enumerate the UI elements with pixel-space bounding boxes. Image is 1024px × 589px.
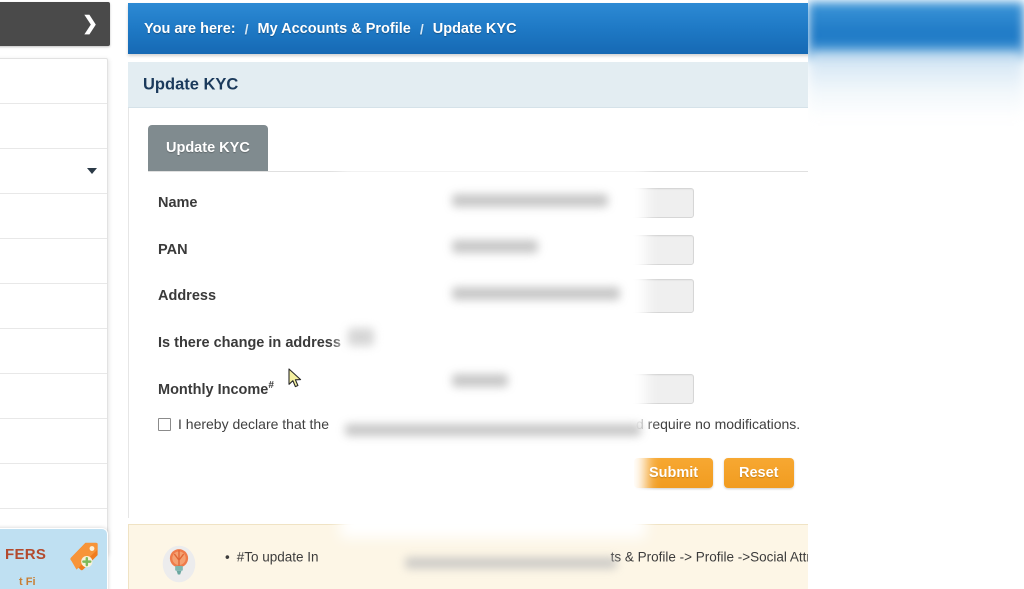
breadcrumb-separator: / bbox=[244, 20, 249, 37]
radio-yes-label: Yes bbox=[471, 335, 494, 351]
price-tag-icon bbox=[70, 542, 98, 571]
declaration-checkbox[interactable] bbox=[158, 417, 171, 431]
lightbulb-icon bbox=[162, 545, 196, 583]
breadcrumb-prefix: You are here: bbox=[144, 20, 236, 37]
sidebar-item-3[interactable] bbox=[0, 194, 107, 239]
redacted-address-value bbox=[452, 287, 620, 300]
sidebar-item-8[interactable]: gment bbox=[0, 419, 107, 464]
right-blurred-region bbox=[808, 0, 1024, 589]
sidebar-item-5[interactable]: r bbox=[0, 284, 107, 329]
declaration-text-end: d require no modifications. bbox=[636, 416, 801, 432]
chevron-down-icon bbox=[87, 168, 97, 174]
sidebar-menu: ary ment ment r IL Score bbox=[0, 58, 108, 555]
note-text-start: #To update In bbox=[236, 549, 319, 565]
tab-underline bbox=[148, 171, 922, 172]
tab-update-kyc[interactable]: Update KYC bbox=[148, 125, 268, 171]
sidebar-item-4[interactable]: ment bbox=[0, 239, 107, 284]
chevron-right-icon: ❯ bbox=[82, 13, 98, 35]
sidebar-item-9[interactable]: inks bbox=[0, 464, 107, 509]
breadcrumb-separator: / bbox=[419, 20, 424, 37]
offers-sublabel: t Fi bbox=[19, 576, 36, 588]
right-blur-fade bbox=[808, 50, 1024, 120]
breadcrumb-current: Update KYC bbox=[432, 20, 517, 37]
label-monthly-income-text: Monthly Income bbox=[158, 382, 269, 399]
redacted-address-change-label-tail bbox=[348, 328, 374, 346]
sidebar-item-2[interactable] bbox=[0, 149, 107, 194]
page-title: Update KYC bbox=[143, 75, 239, 93]
label-monthly-income: Monthly Income# bbox=[158, 380, 274, 398]
label-name: Name bbox=[158, 195, 198, 212]
tab-label: Update KYC bbox=[166, 140, 250, 156]
sidebar-item-1[interactable]: ment bbox=[0, 104, 107, 149]
label-address-change: Is there change in address bbox=[158, 334, 341, 351]
sidebar-item-6[interactable]: IL Score bbox=[0, 329, 107, 374]
screen-root: ❯ ary ment ment r IL Score bbox=[0, 0, 1024, 589]
reset-button[interactable]: Reset bbox=[724, 458, 794, 488]
sidebar-item-0[interactable]: ary bbox=[0, 59, 107, 104]
address-change-radio-group: Yes No bbox=[449, 335, 541, 350]
radio-yes[interactable] bbox=[449, 336, 462, 350]
radio-no-label: No bbox=[524, 335, 542, 351]
left-sidebar: ❯ ary ment ment r IL Score bbox=[0, 0, 118, 589]
redacted-declaration-text bbox=[345, 424, 641, 436]
breadcrumb: You are here: / My Accounts & Profile / … bbox=[144, 21, 517, 37]
declaration-text-start: I hereby declare that the bbox=[178, 416, 329, 432]
redacted-name-value bbox=[452, 194, 608, 207]
note-bullet: • bbox=[225, 549, 230, 565]
offers-label: FERS bbox=[5, 546, 47, 563]
breadcrumb-link-my-accounts-profile[interactable]: My Accounts & Profile bbox=[258, 21, 411, 37]
radio-no[interactable] bbox=[502, 336, 516, 350]
sidebar-item-7[interactable] bbox=[0, 374, 107, 419]
offers-panel[interactable]: FERS t Fi bbox=[0, 528, 108, 589]
label-address: Address bbox=[158, 288, 217, 305]
label-monthly-income-marker: # bbox=[268, 380, 274, 392]
redacted-pan-value bbox=[452, 240, 538, 253]
redacted-note-text bbox=[405, 557, 617, 569]
redacted-income-value bbox=[452, 374, 508, 387]
sidebar-toggle-button[interactable]: ❯ bbox=[0, 2, 110, 46]
mouse-cursor bbox=[288, 368, 302, 388]
submit-button[interactable]: Submit bbox=[634, 458, 714, 488]
label-pan: PAN bbox=[158, 241, 188, 258]
